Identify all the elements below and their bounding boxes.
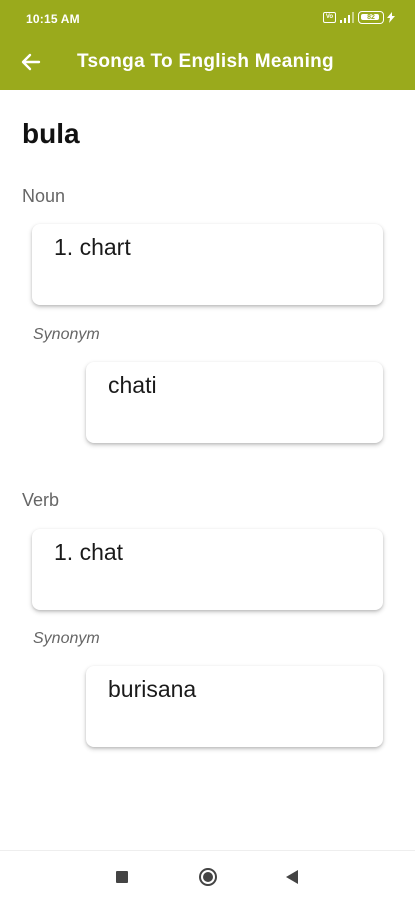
page-title: Tsonga To English Meaning	[77, 51, 334, 72]
status-icons: Vo 82	[323, 11, 395, 24]
meaning-card[interactable]: 1. chat	[32, 529, 383, 610]
system-nav-bar	[0, 850, 415, 900]
signal-icon	[340, 12, 354, 23]
meaning-card[interactable]: 1. chart	[32, 224, 383, 305]
back-triangle-icon[interactable]	[286, 870, 298, 884]
meaning-text: 1. chart	[54, 234, 131, 260]
app-bar: Tsonga To English Meaning	[0, 36, 415, 90]
battery-icon: 82	[358, 11, 384, 24]
synonym-label: Synonym	[33, 326, 100, 343]
synonym-text: burisana	[108, 676, 197, 702]
synonym-text: chati	[108, 372, 157, 398]
part-of-speech-label: Noun	[22, 186, 66, 206]
status-bar: 10:15 AM Vo 82	[0, 0, 415, 36]
charging-bolt-icon	[387, 12, 395, 23]
meaning-text: 1. chat	[54, 539, 124, 565]
part-of-speech-label: Verb	[22, 490, 60, 510]
arrow-left-icon[interactable]	[20, 51, 42, 73]
synonym-label: Synonym	[33, 630, 100, 647]
screen: 10:15 AM Vo 82 Tsonga To English Meaning	[0, 0, 415, 900]
status-time: 10:15 AM	[26, 12, 80, 26]
vo-lte-icon: Vo	[323, 12, 336, 23]
synonym-card[interactable]: burisana	[86, 666, 383, 747]
synonym-card[interactable]: chati	[86, 362, 383, 443]
word-heading: bula	[22, 118, 80, 149]
recents-square-icon[interactable]	[116, 871, 128, 883]
battery-level: 82	[367, 14, 375, 21]
home-circle-icon[interactable]	[199, 868, 217, 886]
